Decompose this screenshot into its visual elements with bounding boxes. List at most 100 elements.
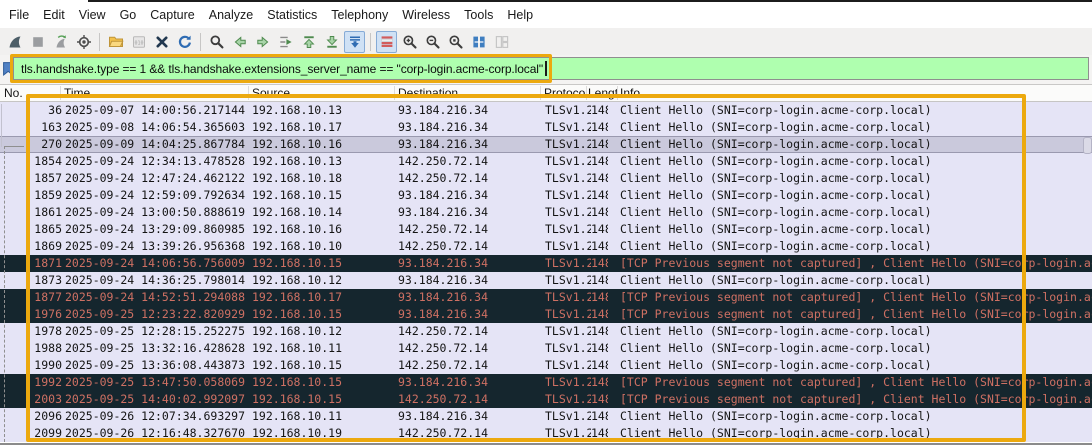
- column-header-length[interactable]: Length: [588, 85, 618, 101]
- column-header-no[interactable]: No.: [4, 85, 44, 101]
- column-header-source[interactable]: Source: [252, 85, 392, 101]
- cell-info: Client Hello (SNI=corp-login.acme-corp.l…: [620, 238, 1092, 255]
- cell-dst: 142.250.72.14: [398, 170, 545, 187]
- cell-time: 2025-09-26 12:16:48.327670: [65, 425, 249, 442]
- toolbar-reload-button[interactable]: [174, 31, 195, 53]
- packet-row-1869[interactable]: 18692025-09-24 13:39:26.956368192.168.10…: [0, 238, 1092, 255]
- toolbar-go-back-button[interactable]: [229, 31, 250, 53]
- packet-row-1859[interactable]: 18592025-09-24 12:59:09.792634192.168.10…: [0, 187, 1092, 204]
- cell-info: Client Hello (SNI=corp-login.acme-corp.l…: [620, 221, 1092, 238]
- cell-info: Client Hello (SNI=corp-login.acme-corp.l…: [620, 137, 1092, 152]
- toolbar-file-close-button[interactable]: [151, 31, 172, 53]
- cell-len: 148: [591, 272, 608, 289]
- cell-src: 192.168.10.15: [252, 374, 398, 391]
- toolbar-zoom-in-button[interactable]: [399, 31, 420, 53]
- menu-edit[interactable]: Edit: [36, 3, 72, 27]
- packet-row-1877[interactable]: 18772025-09-24 14:52:51.294088192.168.10…: [0, 289, 1092, 306]
- toolbar-separator: [200, 33, 201, 51]
- packet-row-1857[interactable]: 18572025-09-24 12:47:24.462122192.168.10…: [0, 170, 1092, 187]
- toolbar-go-forward-button[interactable]: [252, 31, 273, 53]
- cell-len: 148: [591, 408, 608, 425]
- packet-row-2099[interactable]: 20992025-09-26 12:16:48.327670192.168.10…: [0, 425, 1092, 442]
- menu-capture[interactable]: Capture: [143, 3, 201, 27]
- cell-len: 148: [591, 255, 608, 272]
- packet-row-2096[interactable]: 20962025-09-26 12:07:34.693297192.168.10…: [0, 408, 1092, 425]
- cell-dst: 142.250.72.14: [398, 153, 545, 170]
- related-packets-dashed-line: [4, 146, 5, 442]
- toolbar-file-open-button[interactable]: [105, 31, 126, 53]
- cell-no: 1873: [6, 272, 62, 289]
- cell-dst: 93.184.216.34: [398, 119, 545, 136]
- packet-row-1854[interactable]: 18542025-09-24 12:34:13.478528192.168.10…: [0, 153, 1092, 170]
- toolbar-capture-restart-button[interactable]: [50, 31, 71, 53]
- toolbar-file-save-button[interactable]: 010: [128, 31, 149, 53]
- packet-row-36[interactable]: 362025-09-07 14:00:56.217144192.168.10.1…: [0, 102, 1092, 119]
- cell-dst: 93.184.216.34: [398, 374, 545, 391]
- cell-proto: TLSv1.2: [545, 221, 591, 238]
- column-header-protocol[interactable]: Protocol: [544, 85, 586, 101]
- zoom-in-icon: [402, 34, 418, 50]
- cell-no: 1865: [6, 221, 62, 238]
- display-filter-input[interactable]: tls.handshake.type == 1 && tls.handshake…: [13, 57, 1089, 80]
- toolbar-reset-layout-button[interactable]: [491, 31, 512, 53]
- column-separator[interactable]: [617, 86, 618, 100]
- cell-proto: TLSv1.2: [545, 153, 591, 170]
- packet-row-2003[interactable]: 20032025-09-25 14:40:02.992097192.168.10…: [0, 391, 1092, 408]
- toolbar-resize-columns-button[interactable]: [468, 31, 489, 53]
- menu-bar: FileEditViewGoCaptureAnalyzeStatisticsTe…: [0, 2, 1092, 28]
- menu-file[interactable]: File: [2, 3, 36, 27]
- cell-proto: TLSv1.2: [545, 408, 591, 425]
- menu-telephony[interactable]: Telephony: [324, 3, 395, 27]
- column-separator[interactable]: [394, 86, 395, 100]
- menu-wireless[interactable]: Wireless: [395, 3, 457, 27]
- packet-row-1873[interactable]: 18732025-09-24 14:36:25.798014192.168.10…: [0, 272, 1092, 289]
- toolbar-capture-options-button[interactable]: [73, 31, 94, 53]
- column-separator[interactable]: [60, 86, 61, 100]
- menu-statistics[interactable]: Statistics: [260, 3, 324, 27]
- packet-row-1992[interactable]: 19922025-09-25 13:47:50.058069192.168.10…: [0, 374, 1092, 391]
- column-separator[interactable]: [586, 86, 587, 100]
- toolbar-find-packet-button[interactable]: [206, 31, 227, 53]
- toolbar-capture-start-button[interactable]: [4, 31, 25, 53]
- file-open-icon: [108, 34, 124, 50]
- toolbar-go-to-packet-button[interactable]: [275, 31, 296, 53]
- column-separator[interactable]: [540, 86, 541, 100]
- cell-src: 192.168.10.19: [252, 425, 398, 442]
- packet-row-1990[interactable]: 19902025-09-25 13:36:08.443873192.168.10…: [0, 357, 1092, 374]
- menu-help[interactable]: Help: [500, 3, 540, 27]
- svg-text:010: 010: [134, 40, 143, 46]
- menu-analyze[interactable]: Analyze: [202, 3, 260, 27]
- cell-proto: TLSv1.2: [545, 204, 591, 221]
- toolbar-capture-stop-button[interactable]: [27, 31, 48, 53]
- cell-time: 2025-09-25 13:47:50.058069: [65, 374, 249, 391]
- toolbar-zoom-out-button[interactable]: [422, 31, 443, 53]
- packet-row-1988[interactable]: 19882025-09-25 13:32:16.428628192.168.10…: [0, 340, 1092, 357]
- packet-row-163[interactable]: 1632025-09-08 14:06:54.365603192.168.10.…: [0, 119, 1092, 136]
- toolbar-go-first-packet-button[interactable]: [298, 31, 319, 53]
- cell-len: 148: [591, 102, 608, 119]
- display-filter-text: tls.handshake.type == 1 && tls.handshake…: [21, 62, 543, 76]
- toolbar-go-last-packet-button[interactable]: [321, 31, 342, 53]
- column-header-info[interactable]: Info: [620, 85, 820, 101]
- cell-time: 2025-09-24 14:36:25.798014: [65, 272, 249, 289]
- menu-go[interactable]: Go: [113, 3, 144, 27]
- scrollbar-thumb[interactable]: [1083, 137, 1092, 154]
- toolbar-auto-scroll-button[interactable]: [344, 31, 365, 53]
- packet-row-1978[interactable]: 19782025-09-25 12:28:15.252275192.168.10…: [0, 323, 1092, 340]
- cell-dst: 93.184.216.34: [398, 408, 545, 425]
- menu-tools[interactable]: Tools: [457, 3, 500, 27]
- column-header-time[interactable]: Time: [64, 85, 244, 101]
- packet-row-270[interactable]: 2702025-09-09 14:04:25.867784192.168.10.…: [0, 136, 1092, 153]
- column-header-destination[interactable]: Destination: [398, 85, 538, 101]
- packet-row-1871[interactable]: 18712025-09-24 14:06:56.756009192.168.10…: [0, 255, 1092, 272]
- packet-row-1861[interactable]: 18612025-09-24 13:00:50.888619192.168.10…: [0, 204, 1092, 221]
- related-packets-tick: [4, 146, 24, 147]
- column-separator[interactable]: [248, 86, 249, 100]
- menu-view[interactable]: View: [72, 3, 113, 27]
- cell-time: 2025-09-25 13:32:16.428628: [65, 340, 249, 357]
- packet-row-1976[interactable]: 19762025-09-25 12:23:22.820929192.168.10…: [0, 306, 1092, 323]
- packet-row-1865[interactable]: 18652025-09-24 13:29:09.860985192.168.10…: [0, 221, 1092, 238]
- toolbar-zoom-normal-size-button[interactable]: [445, 31, 466, 53]
- toolbar-colorize-packets-button[interactable]: [376, 31, 397, 53]
- conversation-bracket-line: [1, 104, 2, 147]
